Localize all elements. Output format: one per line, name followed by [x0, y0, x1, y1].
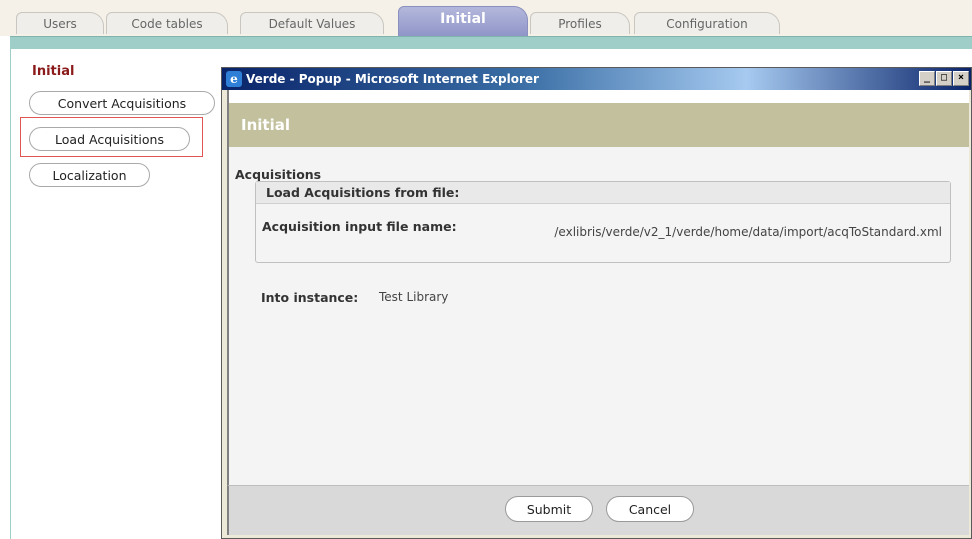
load-acquisitions-fieldset: Load Acquisitions from file: Acquisition… [255, 181, 951, 263]
popup-header-title: Initial [241, 116, 290, 134]
popup-form-body: Acquisitions Load Acquisitions from file… [229, 147, 969, 485]
popup-content: Initial Acquisitions Load Acquisitions f… [227, 90, 969, 485]
tab-default-values[interactable]: Default Values [240, 12, 384, 34]
instance-label: Into instance: [261, 290, 359, 305]
popup-window: e Verde - Popup - Microsoft Internet Exp… [221, 67, 972, 539]
popup-header: Initial [229, 103, 969, 147]
maximize-icon[interactable]: □ [936, 71, 952, 86]
submit-button[interactable]: Submit [505, 496, 593, 522]
tab-code-tables[interactable]: Code tables [106, 12, 228, 34]
close-icon[interactable]: × [953, 71, 969, 86]
tab-users[interactable]: Users [16, 12, 104, 34]
instance-value: Test Library [379, 290, 449, 304]
window-controls: _ □ × [919, 71, 969, 86]
input-file-label: Acquisition input file name: [262, 219, 457, 234]
popup-titlebar[interactable]: e Verde - Popup - Microsoft Internet Exp… [222, 68, 971, 90]
section-title: Acquisitions [235, 167, 322, 182]
tab-underline-band [10, 36, 972, 50]
fieldset-legend: Load Acquisitions from file: [256, 182, 950, 204]
convert-acquisitions-button[interactable]: Convert Acquisitions [29, 91, 215, 115]
popup-title: Verde - Popup - Microsoft Internet Explo… [246, 72, 539, 86]
tab-initial[interactable]: Initial [398, 6, 528, 36]
localization-button[interactable]: Localization [29, 163, 150, 187]
sidebar-title: Initial [32, 64, 75, 79]
tab-configuration[interactable]: Configuration [634, 12, 780, 34]
tab-profiles[interactable]: Profiles [530, 12, 630, 34]
minimize-icon[interactable]: _ [919, 71, 935, 86]
cancel-button[interactable]: Cancel [606, 496, 694, 522]
load-acquisitions-button[interactable]: Load Acquisitions [29, 127, 190, 151]
input-file-value: /exlibris/verde/v2_1/verde/home/data/imp… [554, 225, 942, 239]
internet-explorer-icon: e [226, 71, 242, 87]
top-tab-bar: Users Code tables Default Values Initial… [0, 0, 972, 36]
popup-footer: Submit Cancel [227, 485, 969, 535]
